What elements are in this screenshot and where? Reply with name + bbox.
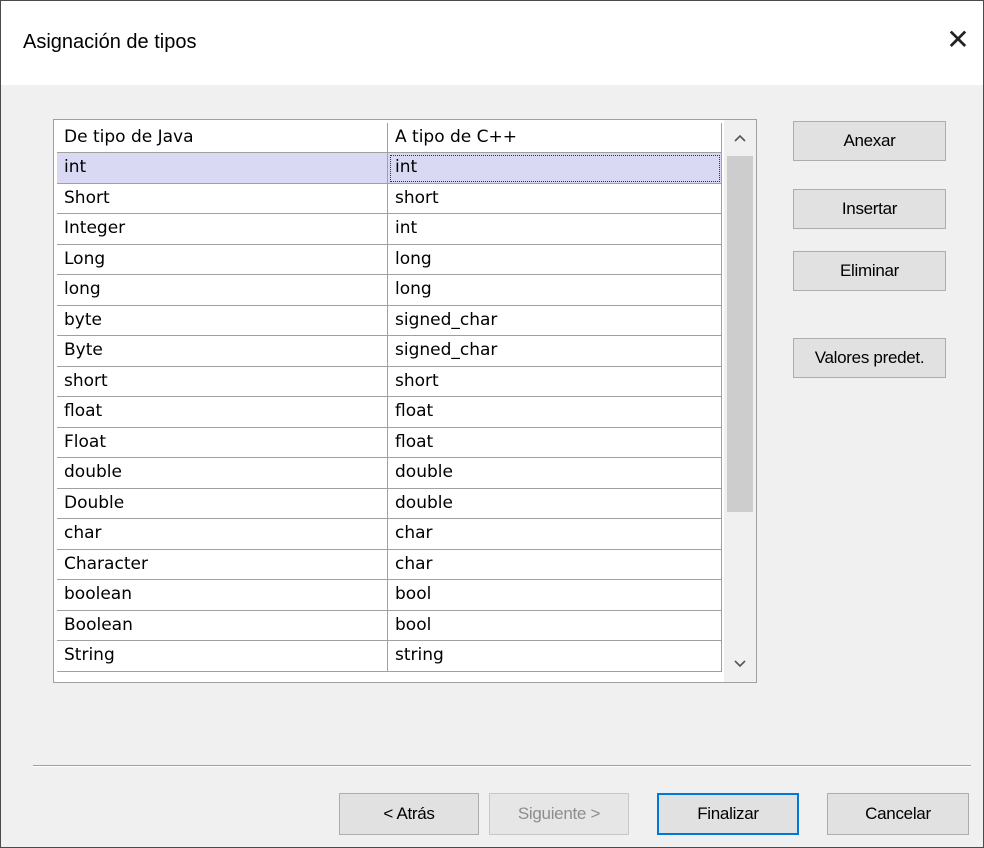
table-row[interactable]: boolean bool	[57, 580, 722, 611]
table-row[interactable]: String string	[57, 641, 722, 672]
dialog-title: Asignación de tipos	[23, 31, 197, 53]
table-row[interactable]: long long	[57, 275, 722, 306]
table-row[interactable]: Double double	[57, 488, 722, 519]
cpp-type-cell[interactable]: float	[388, 397, 722, 428]
cpp-type-cell[interactable]: signed_char	[388, 336, 722, 367]
java-type-cell[interactable]: Double	[57, 488, 388, 519]
scroll-down-icon[interactable]	[724, 649, 756, 679]
java-type-cell[interactable]: byte	[57, 305, 388, 336]
table-header: De tipo de Java A tipo de C++	[57, 123, 722, 153]
java-type-cell[interactable]: short	[57, 366, 388, 397]
java-type-cell[interactable]: long	[57, 275, 388, 306]
java-type-cell[interactable]: int	[57, 153, 388, 184]
table-row[interactable]: char char	[57, 519, 722, 550]
java-type-cell[interactable]: char	[57, 519, 388, 550]
table-row[interactable]: Long long	[57, 244, 722, 275]
defaults-button[interactable]: Valores predet.	[793, 338, 946, 378]
cpp-type-cell[interactable]: float	[388, 427, 722, 458]
table-row[interactable]: Integer int	[57, 214, 722, 245]
cpp-type-cell[interactable]: short	[388, 183, 722, 214]
title-bar: Asignación de tipos ✕	[1, 1, 983, 85]
cpp-type-cell[interactable]: short	[388, 366, 722, 397]
scrollbar-thumb[interactable]	[727, 156, 753, 512]
java-type-cell[interactable]: Float	[57, 427, 388, 458]
cpp-type-cell[interactable]: signed_char	[388, 305, 722, 336]
java-type-cell[interactable]: Byte	[57, 336, 388, 367]
delete-button[interactable]: Eliminar	[793, 251, 946, 291]
next-button[interactable]: Siguiente >	[489, 793, 629, 835]
scroll-up-icon[interactable]	[724, 123, 756, 153]
cpp-type-cell[interactable]: int	[388, 214, 722, 245]
cpp-type-cell[interactable]: long	[388, 275, 722, 306]
column-header-cpp-type[interactable]: A tipo de C++	[388, 123, 722, 153]
table-row[interactable]: byte signed_char	[57, 305, 722, 336]
table-row[interactable]: Float float	[57, 427, 722, 458]
column-header-java-type[interactable]: De tipo de Java	[57, 123, 388, 153]
java-type-cell[interactable]: Long	[57, 244, 388, 275]
insert-button[interactable]: Insertar	[793, 189, 946, 229]
java-type-cell[interactable]: String	[57, 641, 388, 672]
cpp-type-cell[interactable]: bool	[388, 610, 722, 641]
table-row[interactable]: Byte signed_char	[57, 336, 722, 367]
java-type-cell[interactable]: Integer	[57, 214, 388, 245]
table-row[interactable]: double double	[57, 458, 722, 489]
back-button[interactable]: < Atrás	[339, 793, 479, 835]
table-row[interactable]: int int	[57, 153, 722, 184]
cpp-type-cell[interactable]: bool	[388, 580, 722, 611]
table-row[interactable]: Character char	[57, 549, 722, 580]
cancel-button[interactable]: Cancelar	[827, 793, 969, 835]
cpp-type-cell[interactable]: double	[388, 488, 722, 519]
cpp-type-cell[interactable]: char	[388, 519, 722, 550]
table-rows: int int Short short Integer int Long long long lo…	[57, 153, 722, 672]
close-icon[interactable]: ✕	[941, 23, 975, 57]
cpp-type-cell[interactable]: char	[388, 549, 722, 580]
java-type-cell[interactable]: Boolean	[57, 610, 388, 641]
cpp-type-cell[interactable]: double	[388, 458, 722, 489]
footer-separator	[33, 765, 971, 767]
table-row[interactable]: Boolean bool	[57, 610, 722, 641]
table-row[interactable]: Short short	[57, 183, 722, 214]
vertical-scrollbar[interactable]	[724, 120, 756, 682]
cpp-type-cell[interactable]: int	[388, 153, 722, 184]
append-button[interactable]: Anexar	[793, 121, 946, 161]
table-row[interactable]: float float	[57, 397, 722, 428]
java-type-cell[interactable]: Character	[57, 549, 388, 580]
type-mapping-table[interactable]: De tipo de Java A tipo de C++ int int Shor…	[53, 119, 757, 683]
table-body: De tipo de Java A tipo de C++ int int Shor…	[57, 123, 722, 679]
java-type-cell[interactable]: double	[57, 458, 388, 489]
cpp-type-cell[interactable]: long	[388, 244, 722, 275]
java-type-cell[interactable]: Short	[57, 183, 388, 214]
finish-button[interactable]: Finalizar	[657, 793, 799, 835]
java-type-cell[interactable]: boolean	[57, 580, 388, 611]
table-row[interactable]: short short	[57, 366, 722, 397]
type-mapping-dialog: Asignación de tipos ✕ De tipo de Java A …	[0, 0, 984, 848]
java-type-cell[interactable]: float	[57, 397, 388, 428]
cpp-type-cell[interactable]: string	[388, 641, 722, 672]
